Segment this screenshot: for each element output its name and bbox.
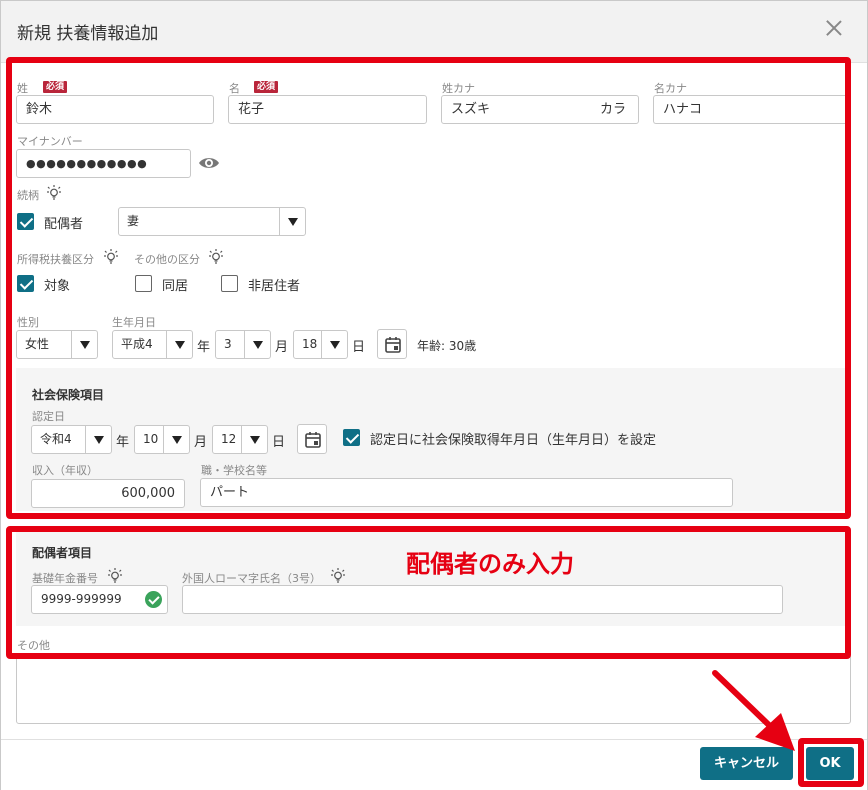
add-dependent-dialog: 新規 扶養情報追加 姓 必須 鈴木 名 必須 花子 姓カナ スズキ カラ 名カナ… [0,0,868,790]
annotation-highlight-main [6,57,851,519]
annotation-label: 配偶者のみ入力 [406,550,574,578]
dialog-title: 新規 扶養情報追加 [17,24,159,44]
annotation-highlight-ok [798,738,864,787]
annotation-arrow-icon [712,670,795,751]
close-icon[interactable] [823,17,845,39]
dialog-header: 新規 扶養情報追加 [1,1,867,63]
